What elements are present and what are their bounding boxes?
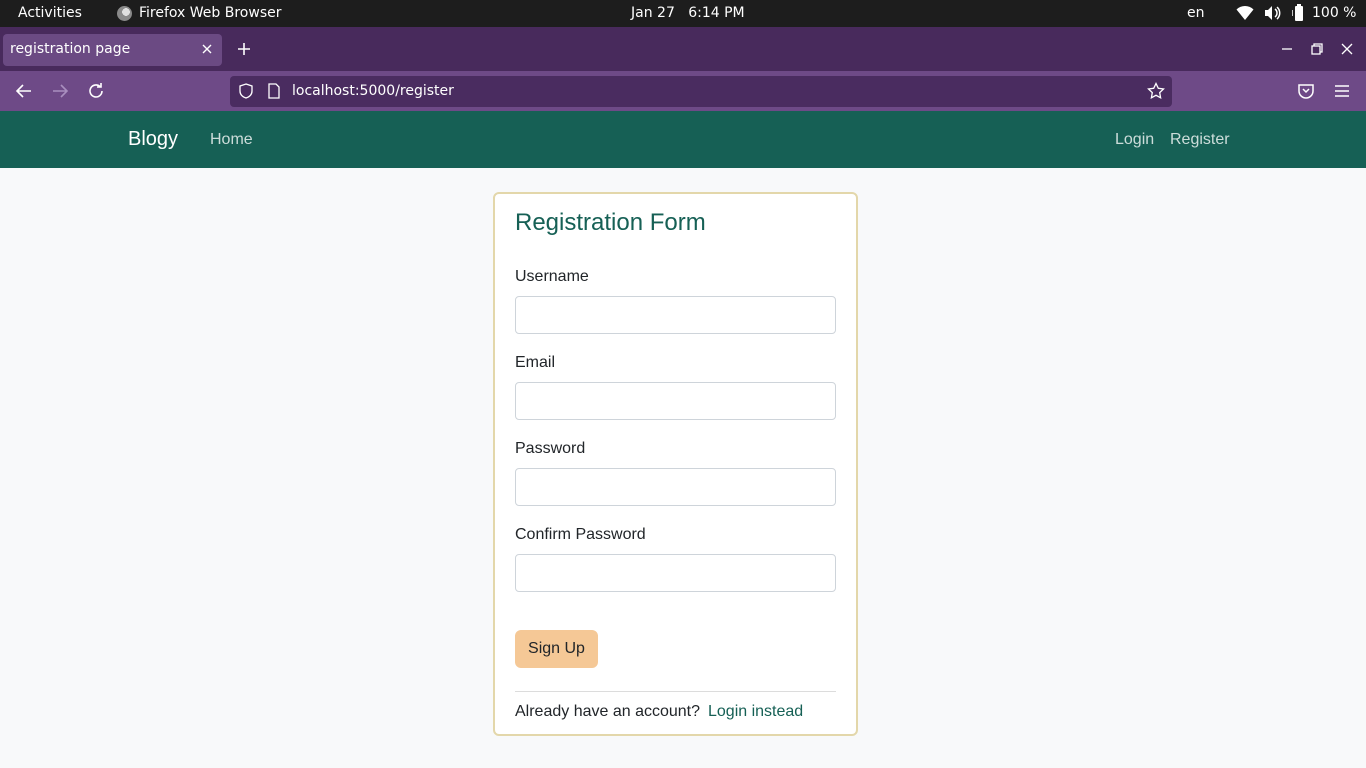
url-text[interactable]: localhost:5000/register	[292, 83, 454, 99]
existing-account-text: Already have an account?	[515, 703, 701, 720]
clock[interactable]: Jan 27 6:14 PM	[631, 5, 745, 21]
address-bar[interactable]: localhost:5000/register	[230, 76, 1172, 107]
sign-up-button[interactable]: Sign Up	[515, 630, 598, 668]
activities-button[interactable]: Activities	[18, 5, 82, 21]
language-indicator[interactable]: en	[1187, 5, 1205, 21]
browser-toolbar: localhost:5000/register	[0, 71, 1366, 111]
pocket-icon[interactable]	[1297, 82, 1315, 100]
nav-link-home[interactable]: Home	[210, 131, 253, 149]
tab-strip: registration page	[0, 27, 1366, 71]
email-label: Email	[515, 354, 556, 371]
email-input[interactable]	[515, 382, 836, 420]
password-label: Password	[515, 440, 586, 457]
confirm-password-input[interactable]	[515, 554, 836, 592]
page-info-icon[interactable]	[266, 83, 282, 99]
restore-icon[interactable]	[1310, 42, 1324, 56]
volume-icon	[1265, 6, 1281, 20]
battery-icon	[1292, 4, 1303, 21]
reload-icon[interactable]	[87, 82, 105, 100]
tab-title: registration page	[10, 41, 131, 57]
username-input[interactable]	[515, 296, 836, 334]
form-divider	[515, 691, 836, 692]
password-input[interactable]	[515, 468, 836, 506]
hamburger-menu-icon[interactable]	[1333, 82, 1351, 100]
nav-link-register[interactable]: Register	[1170, 131, 1230, 149]
firefox-icon	[117, 5, 132, 21]
minimize-icon[interactable]	[1280, 42, 1294, 56]
close-tab-icon[interactable]	[200, 42, 214, 56]
site-navbar: Blogy Home Login Register	[0, 111, 1366, 168]
active-tab[interactable]: registration page	[3, 34, 222, 66]
system-top-bar: Activities Firefox Web Browser Jan 27 6:…	[0, 0, 1366, 27]
forward-icon[interactable]	[51, 82, 69, 100]
confirm-password-label: Confirm Password	[515, 526, 646, 543]
registration-card: Registration Form Username Email Passwor…	[493, 192, 858, 736]
username-label: Username	[515, 268, 589, 285]
site-brand[interactable]: Blogy	[128, 128, 178, 151]
battery-percent: 100 %	[1312, 5, 1357, 21]
wifi-icon	[1236, 5, 1254, 20]
login-instead-link[interactable]: Login instead	[708, 703, 803, 721]
app-menu[interactable]: Firefox Web Browser	[117, 5, 282, 21]
back-icon[interactable]	[15, 82, 33, 100]
date-text: Jan 27	[631, 5, 675, 21]
tracking-shield-icon[interactable]	[238, 83, 254, 99]
app-name: Firefox Web Browser	[139, 5, 282, 21]
new-tab-icon[interactable]	[236, 41, 252, 57]
nav-link-login[interactable]: Login	[1115, 131, 1154, 149]
system-tray[interactable]: 100 %	[1236, 4, 1356, 22]
bookmark-star-icon[interactable]	[1147, 82, 1165, 100]
time-text: 6:14 PM	[688, 5, 745, 21]
form-title: Registration Form	[515, 209, 706, 236]
close-window-icon[interactable]	[1340, 42, 1354, 56]
